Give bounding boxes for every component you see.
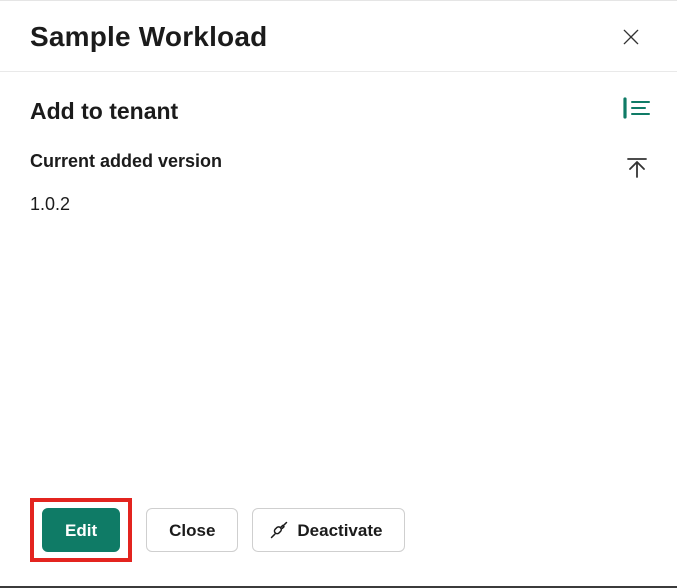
list-settings-button[interactable] bbox=[619, 92, 655, 124]
version-label: Current added version bbox=[30, 151, 647, 172]
edit-highlight-box: Edit bbox=[30, 498, 132, 562]
version-value: 1.0.2 bbox=[30, 194, 647, 215]
close-footer-button-label: Close bbox=[169, 522, 215, 539]
close-icon bbox=[621, 27, 641, 47]
side-rail bbox=[619, 92, 655, 184]
dialog-title: Sample Workload bbox=[30, 21, 267, 53]
list-settings-icon bbox=[623, 96, 651, 120]
edit-button-label: Edit bbox=[65, 522, 97, 539]
unplug-icon bbox=[269, 520, 289, 540]
dialog-panel: Sample Workload Add to tenant Current ad… bbox=[0, 0, 677, 588]
scroll-to-top-icon bbox=[625, 156, 649, 180]
deactivate-button[interactable]: Deactivate bbox=[252, 508, 405, 552]
deactivate-button-label: Deactivate bbox=[297, 522, 382, 539]
edit-button[interactable]: Edit bbox=[42, 508, 120, 552]
close-button[interactable] bbox=[615, 21, 647, 53]
dialog-body: Add to tenant Current added version 1.0.… bbox=[0, 72, 677, 490]
section-title: Add to tenant bbox=[30, 98, 647, 125]
dialog-footer: Edit Close Deactivate bbox=[0, 490, 677, 586]
scroll-to-top-button[interactable] bbox=[621, 152, 653, 184]
dialog-header: Sample Workload bbox=[0, 1, 677, 72]
close-footer-button[interactable]: Close bbox=[146, 508, 238, 552]
